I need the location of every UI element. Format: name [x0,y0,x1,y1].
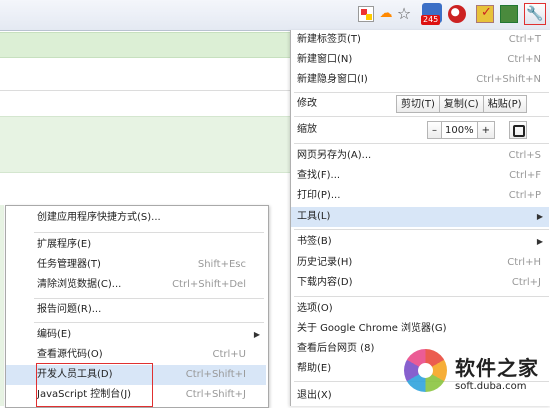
menu-separator [294,229,549,230]
menu-item-label: 下载内容(D) [297,277,353,288]
menu-item-label: 任务管理器(T) [37,259,101,270]
menu-item-label: 退出(X) [297,390,332,401]
cloud-icon[interactable]: ☁ [378,6,394,22]
menu-item-print[interactable]: 打印(P)... Ctrl+P [291,186,549,206]
menu-item-label: 网页另存为(A)... [297,150,372,161]
menu-item-label: 创建应用程序快捷方式(S)... [37,212,161,223]
submenu-item-clear-data[interactable]: 清除浏览数据(C)... Ctrl+Shift+Del [6,275,266,295]
zoom-in-button[interactable]: + [476,121,495,139]
menu-separator [34,232,264,233]
submenu-arrow-icon: ▶ [536,237,543,246]
menu-item-label: 查看后台网页 (8) [297,343,375,354]
extension-badge: 245 [421,15,441,25]
menu-item-shortcut: Ctrl+J [511,277,541,288]
cut-button[interactable]: 剪切(T) [396,95,439,113]
menu-item-label: 清除浏览数据(C)... [37,279,122,290]
menu-item-tools[interactable]: 工具(L) ▶ [291,207,549,227]
menu-item-options[interactable]: 选项(O) [291,299,549,319]
menu-item-edit: 修改 剪切(T) 复制(C) 粘贴(P) [291,94,549,114]
menu-item-history[interactable]: 历史记录(H) Ctrl+H [291,253,549,273]
page-icon[interactable] [358,6,374,22]
browser-toolbar: ☁ ☆ 245 🔧 [0,0,550,31]
menu-item-label: 修改 [297,98,317,109]
watermark-logo [404,349,447,392]
star-icon[interactable]: ☆ [396,6,412,22]
menu-separator [34,298,264,299]
submenu-arrow-icon: ▶ [253,330,260,339]
menu-item-label: 新建窗口(N) [297,54,353,65]
submenu-item-extensions[interactable]: 扩展程序(E) [6,235,266,255]
copy-button[interactable]: 复制(C) [438,95,483,113]
highlight-box [36,363,153,407]
menu-separator [294,92,549,93]
page-content-block [0,116,290,173]
menu-item-new-incognito[interactable]: 新建隐身窗口(I) Ctrl+Shift+N [291,70,549,90]
menu-item-about[interactable]: 关于 Google Chrome 浏览器(G) [291,319,549,339]
page-divider [0,90,290,91]
menu-item-label: 关于 Google Chrome 浏览器(G) [297,323,447,334]
menu-item-label: 选项(O) [297,303,333,314]
submenu-item-encoding[interactable]: 编码(E) ▶ [6,325,266,345]
watermark-title: 软件之家 [455,356,539,380]
submenu-item-task-manager[interactable]: 任务管理器(T) Shift+Esc [6,255,266,275]
menu-item-bookmarks[interactable]: 书签(B) ▶ [291,232,549,252]
submenu-item-view-source[interactable]: 查看源代码(O) Ctrl+U [6,345,266,365]
menu-item-label: 打印(P)... [297,190,341,201]
zoom-out-button[interactable]: – [427,121,442,139]
paste-button[interactable]: 粘贴(P) [482,95,527,113]
menu-item-shortcut: Ctrl+N [507,54,541,65]
wrench-menu-button[interactable]: 🔧 [524,3,546,25]
menu-item-label: 扩展程序(E) [37,239,92,250]
zoom-level: 100% [442,121,477,139]
page-content-edge [0,205,4,406]
menu-item-shortcut: Ctrl+U [212,349,247,360]
menu-item-shortcut: Ctrl+H [507,257,541,268]
menu-item-shortcut: Ctrl+F [509,170,541,181]
menu-item-new-tab[interactable]: 新建标签页(T) Ctrl+T [291,30,549,50]
menu-item-label: 帮助(E) [297,363,332,374]
menu-item-shortcut: Ctrl+Shift+N [476,74,541,85]
menu-separator [34,322,264,323]
wrench-icon: 🔧 [526,6,544,22]
fullscreen-button[interactable] [509,121,527,139]
menu-item-label: 查找(F)... [297,170,341,181]
menu-item-shortcut: Shift+Esc [197,259,246,270]
menu-item-shortcut: Ctrl+Shift+J [185,389,246,400]
menu-item-new-window[interactable]: 新建窗口(N) Ctrl+N [291,50,549,70]
menu-item-label: 编码(E) [37,329,72,340]
menu-item-save-as[interactable]: 网页另存为(A)... Ctrl+S [291,146,549,166]
menu-item-label: 书签(B) [297,236,332,247]
menu-item-shortcut: Ctrl+Shift+I [185,369,246,380]
menu-item-label: 新建标签页(T) [297,34,361,45]
submenu-item-report-issue[interactable]: 报告问题(R)... [6,300,266,320]
menu-item-label: 缩放 [297,124,317,135]
menu-item-label: 报告问题(R)... [37,304,102,315]
menu-item-shortcut: Ctrl+T [508,34,541,45]
check-icon[interactable] [476,5,494,23]
watermark-url: soft.duba.com [455,381,527,392]
zoom-controls: – 100% + [427,121,495,139]
menu-separator [294,296,549,297]
menu-item-label: 新建隐身窗口(I) [297,74,368,85]
menu-item-shortcut: Ctrl+S [508,150,541,161]
submenu-item-create-shortcut[interactable]: 创建应用程序快捷方式(S)... [6,208,266,228]
menu-item-shortcut: Ctrl+Shift+Del [172,279,246,290]
menu-item-zoom: 缩放 – 100% + [291,120,549,140]
tools-submenu: 创建应用程序快捷方式(S)... 扩展程序(E) 任务管理器(T) Shift+… [5,205,269,408]
menu-item-label: 查看源代码(O) [37,349,103,360]
menu-item-label: 工具(L) [297,211,331,222]
menu-separator [294,143,549,144]
edit-button-group: 剪切(T) 复制(C) 粘贴(P) [396,95,527,113]
menu-item-label: 历史记录(H) [297,257,353,268]
menu-item-downloads[interactable]: 下载内容(D) Ctrl+J [291,273,549,293]
menu-item-shortcut: Ctrl+P [508,190,541,201]
menu-item-find[interactable]: 查找(F)... Ctrl+F [291,166,549,186]
page-content-strip [0,32,290,58]
record-icon[interactable] [448,5,466,23]
menu-separator [294,116,549,117]
submenu-arrow-icon: ▶ [536,212,543,221]
clip-icon[interactable] [500,5,518,23]
